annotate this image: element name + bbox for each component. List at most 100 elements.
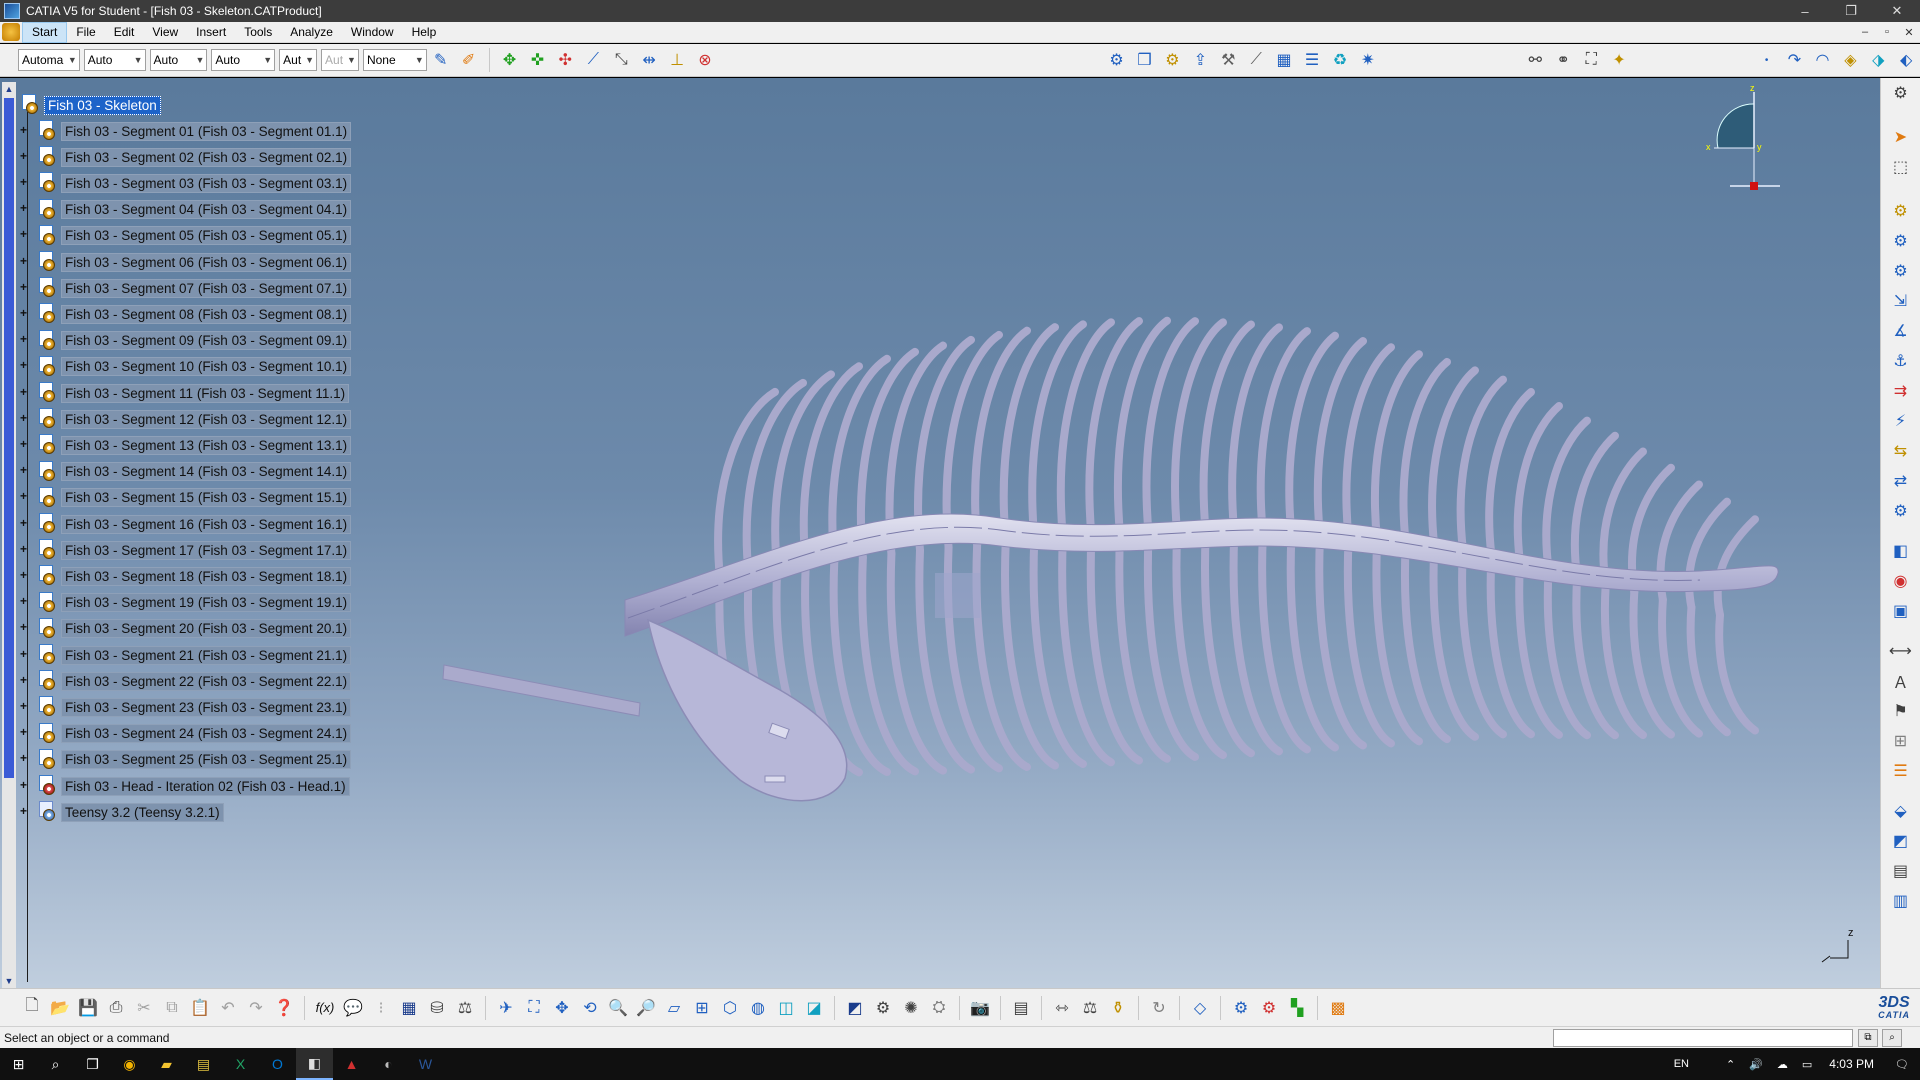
expand-plus-icon[interactable]: + — [18, 228, 29, 241]
expand-plus-icon[interactable]: + — [18, 779, 29, 792]
snap-icon[interactable]: ✜ — [526, 48, 550, 72]
expand-plus-icon[interactable]: + — [18, 124, 29, 137]
measure-item-icon[interactable]: ⚖ — [1078, 996, 1102, 1020]
expand-plus-icon[interactable]: + — [18, 281, 29, 294]
menu-help[interactable]: Help — [403, 22, 446, 43]
search-icon[interactable]: ⌕ — [37, 1048, 74, 1080]
menu-view[interactable]: View — [143, 22, 187, 43]
tree-node-row[interactable]: + Fish 03 - Segment 15 (Fish 03 - Segment… — [18, 485, 352, 511]
minimize-button[interactable]: – — [1782, 0, 1828, 22]
expand-plus-icon[interactable]: + — [18, 333, 29, 346]
tree-node-label[interactable]: Fish 03 - Segment 09 (Fish 03 - Segment … — [61, 331, 352, 351]
scroll-down-arrow-icon[interactable]: ▼ — [2, 974, 16, 988]
tree-node-label[interactable]: Fish 03 - Segment 10 (Fish 03 - Segment … — [61, 357, 352, 377]
menu-start[interactable]: Start — [22, 21, 68, 43]
grid-icon[interactable]: ▩ — [1326, 996, 1350, 1020]
flag-note-icon[interactable]: ⚑ — [1888, 699, 1914, 723]
line-thickness-combo[interactable]: Auto ▼ — [149, 49, 208, 71]
catalog-browser-icon[interactable]: ⚯ — [1523, 48, 1547, 72]
clash-analysis-icon[interactable]: ▥ — [1888, 889, 1914, 913]
show-hidden-icons-icon[interactable]: ⌃ — [1726, 1058, 1735, 1071]
existing-component-icon[interactable]: ⚙ — [1160, 48, 1184, 72]
graph-tree-reordering-icon[interactable]: ⚒ — [1216, 48, 1240, 72]
expand-plus-icon[interactable]: + — [18, 648, 29, 661]
tree-node-row[interactable]: + Fish 03 - Segment 25 (Fish 03 - Segment… — [18, 747, 352, 773]
tree-node-label[interactable]: Fish 03 - Segment 21 (Fish 03 - Segment … — [61, 645, 352, 665]
notification-center-icon[interactable]: 🗨 — [1884, 1048, 1920, 1080]
layer-combo[interactable]: None ▼ — [362, 49, 427, 71]
tree-root-label[interactable]: Fish 03 - Skeleton — [44, 95, 161, 115]
scroll-up-arrow-icon[interactable]: ▲ — [2, 82, 16, 96]
tree-node-row[interactable]: + Fish 03 - Segment 01 (Fish 03 - Segment… — [18, 118, 352, 144]
tree-root-row[interactable]: Fish 03 - Skeleton — [18, 92, 161, 118]
expand-plus-icon[interactable]: + — [18, 674, 29, 687]
tree-node-label[interactable]: Fish 03 - Segment 01 (Fish 03 - Segment … — [61, 121, 352, 141]
replace-component-icon[interactable]: ⇪ — [1188, 48, 1212, 72]
measure-inertia-icon[interactable]: ⚱ — [1106, 996, 1130, 1020]
apply-material-icon[interactable]: ⛭ — [927, 996, 951, 1020]
isometric-view-icon[interactable]: ⬡ — [718, 996, 742, 1020]
whats-this-icon[interactable]: ❓ — [272, 996, 296, 1020]
open-folder-icon[interactable]: 📂 — [48, 996, 72, 1020]
contact-constraint-icon[interactable]: ⚙ — [1888, 259, 1914, 283]
expand-plus-icon[interactable]: + — [18, 359, 29, 372]
tree-node-row[interactable]: + Fish 03 - Segment 22 (Fish 03 - Segment… — [18, 668, 352, 694]
flexible-rigid-icon[interactable]: ⇆ — [1888, 439, 1914, 463]
reuse-pattern-icon[interactable]: ♻ — [1328, 48, 1352, 72]
paste-icon[interactable]: 📋 — [188, 996, 212, 1020]
expand-plus-icon[interactable]: + — [18, 595, 29, 608]
select-arrow-icon[interactable]: ➤ — [1888, 125, 1914, 149]
tree-node-label[interactable]: Fish 03 - Segment 24 (Fish 03 - Segment … — [61, 724, 352, 744]
tree-node-row[interactable]: + Fish 03 - Segment 02 (Fish 03 - Segment… — [18, 144, 352, 170]
expand-plus-icon[interactable]: + — [18, 150, 29, 163]
doc-close-button[interactable]: ✕ — [1898, 26, 1920, 39]
fit-all-box-icon[interactable]: ⛶ — [1579, 48, 1603, 72]
pan-icon[interactable]: ✥ — [550, 996, 574, 1020]
tree-node-row[interactable]: + Fish 03 - Segment 08 (Fish 03 - Segment… — [18, 301, 352, 327]
tree-node-row[interactable]: + Fish 03 - Head - Iteration 02 (Fish 03 … — [18, 773, 350, 799]
statistics-icon[interactable]: ▚ — [1285, 996, 1309, 1020]
scrollbar-thumb[interactable] — [4, 98, 14, 778]
measure-between-icon[interactable]: ⇿ — [1050, 996, 1074, 1020]
expand-plus-icon[interactable]: + — [18, 255, 29, 268]
tree-node-label[interactable]: Fish 03 - Segment 07 (Fish 03 - Segment … — [61, 278, 352, 298]
fix-together-icon[interactable]: ⇉ — [1888, 379, 1914, 403]
comment-icon[interactable]: 💬 — [341, 996, 365, 1020]
file-explorer-icon[interactable]: ▰ — [148, 1048, 185, 1080]
point-type-combo[interactable]: Aut ▼ — [279, 49, 318, 71]
simulation-icon[interactable]: ⚙ — [871, 996, 895, 1020]
tree-node-label[interactable]: Fish 03 - Segment 02 (Fish 03 - Segment … — [61, 147, 352, 167]
cut-icon[interactable]: ✂ — [132, 996, 156, 1020]
pocket-icon[interactable]: ▣ — [1888, 599, 1914, 623]
offset-constraint-icon[interactable]: ⇲ — [1888, 289, 1914, 313]
tree-node-label[interactable]: Fish 03 - Segment 25 (Fish 03 - Segment … — [61, 750, 352, 770]
copy-icon[interactable]: ⧉ — [160, 996, 184, 1020]
zoom-out-icon[interactable]: 🔎 — [634, 996, 658, 1020]
rendering-style-combo[interactable]: Aut ▼ — [321, 49, 359, 71]
tree-node-row[interactable]: + Fish 03 - Segment 09 (Fish 03 - Segment… — [18, 328, 352, 354]
bill-of-material-icon[interactable]: ☰ — [1888, 759, 1914, 783]
fast-multi-instantiation-icon[interactable]: ☰ — [1300, 48, 1324, 72]
fit-all-icon[interactable]: ⛶ — [522, 996, 546, 1020]
menu-file[interactable]: File — [67, 22, 104, 43]
tree-scrollbar[interactable]: ▲ ▼ — [2, 82, 16, 988]
tree-node-row[interactable]: + Fish 03 - Segment 06 (Fish 03 - Segment… — [18, 249, 352, 275]
line-type-combo[interactable]: Auto ▼ — [211, 49, 276, 71]
tree-node-label[interactable]: Fish 03 - Segment 20 (Fish 03 - Segment … — [61, 619, 352, 639]
assembly-features-icon[interactable]: ⚙ — [1229, 996, 1253, 1020]
doc-restore-button[interactable]: ▫ — [1876, 26, 1898, 39]
expand-plus-icon[interactable]: + — [18, 700, 29, 713]
tree-node-row[interactable]: + Teensy 3.2 (Teensy 3.2.1) — [18, 799, 224, 825]
menu-insert[interactable]: Insert — [187, 22, 235, 43]
generate-numbering-icon[interactable]: ⟋ — [1244, 48, 1268, 72]
new-document-icon[interactable]: 🗋 — [20, 996, 44, 1020]
expand-plus-icon[interactable]: + — [18, 805, 29, 818]
print-icon[interactable]: ⎙ — [104, 996, 128, 1020]
catia-app-icon[interactable] — [4, 3, 20, 19]
fly-mode-icon[interactable]: ✈ — [494, 996, 518, 1020]
law-icon[interactable]: ⚖ — [453, 996, 477, 1020]
swap-visible-space-icon[interactable]: ◪ — [802, 996, 826, 1020]
tree-node-row[interactable]: + Fish 03 - Segment 13 (Fish 03 - Segment… — [18, 432, 352, 458]
select-trap-icon[interactable]: ⬚ — [1888, 155, 1914, 179]
tree-node-row[interactable]: + Fish 03 - Segment 03 (Fish 03 - Segment… — [18, 170, 352, 196]
